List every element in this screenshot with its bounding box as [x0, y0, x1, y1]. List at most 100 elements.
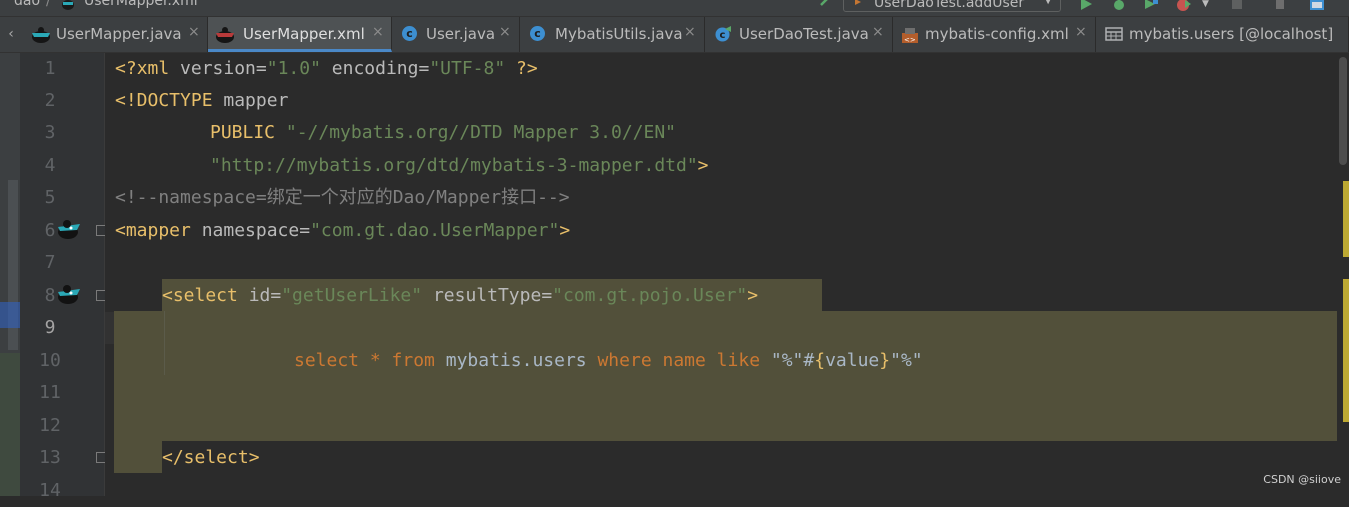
- sql-string: "%": [760, 350, 804, 371]
- code-line-3[interactable]: PUBLIC "-//mybatis.org//DTD Mapper 3.0//…: [210, 117, 676, 149]
- close-icon[interactable]: ×: [684, 24, 696, 40]
- navigate-to-mapper-icon[interactable]: [56, 218, 82, 240]
- close-icon[interactable]: ×: [188, 24, 200, 40]
- tab-mybatis-config-xml[interactable]: <> mybatis-config.xml ×: [893, 17, 1096, 52]
- xml-token: >: [559, 220, 571, 241]
- line-number: 5: [44, 187, 56, 208]
- sql-identifier: mybatis.users: [434, 350, 598, 371]
- run-config-icon: [852, 0, 868, 10]
- xml-attribute: version: [169, 58, 256, 79]
- back-arrow-icon[interactable]: [816, 0, 832, 12]
- tab-usermapper-xml[interactable]: UserMapper.xml ×: [208, 17, 392, 52]
- line-number: 1: [44, 58, 56, 79]
- line-number: 4: [44, 155, 56, 176]
- xml-value: "http://mybatis.org/dtd/mybatis-3-mapper…: [210, 155, 698, 176]
- code-line-4[interactable]: "http://mybatis.org/dtd/mybatis-3-mapper…: [210, 150, 709, 182]
- xml-config-icon: <>: [901, 26, 918, 44]
- xml-tag: <select: [162, 285, 238, 306]
- breadcrumb-file[interactable]: UserMapper.xml: [84, 0, 198, 9]
- sql-token: {: [814, 350, 826, 371]
- xml-value: "-//mybatis.org//DTD Mapper 3.0//EN": [275, 122, 676, 143]
- tab-label: UserMapper.xml: [243, 25, 365, 43]
- tab-label: User.java: [426, 25, 496, 43]
- line-number: 12: [39, 415, 61, 436]
- code-editor[interactable]: <?xml version="1.0" encoding="UTF-8" ?> …: [105, 53, 1346, 496]
- tab-label: MybatisUtils.java: [555, 25, 683, 43]
- tab-label: mybatis.users [@localhost]: [1129, 25, 1334, 43]
- close-icon[interactable]: ×: [1075, 24, 1087, 40]
- sql-token: *: [359, 350, 392, 371]
- line-number: 11: [39, 382, 61, 403]
- build-icon[interactable]: [1272, 0, 1288, 12]
- xml-token: >: [248, 447, 260, 468]
- sql-string: "%": [890, 350, 923, 371]
- run-icon[interactable]: [1078, 0, 1094, 12]
- editor-gutter[interactable]: 1 2 3 4 5 6 7 8 9 10 11 12 13 14: [20, 53, 107, 501]
- tab-user-java[interactable]: c User.java ×: [392, 17, 520, 52]
- tab-label: UserMapper.java: [56, 25, 182, 43]
- xml-token: xml: [136, 58, 170, 79]
- breadcrumb-separator: /: [46, 0, 51, 9]
- code-line-1[interactable]: <?xml version="1.0" encoding="UTF-8" ?>: [115, 53, 538, 85]
- chevron-down-icon: ▼: [1044, 0, 1052, 6]
- line-number: 13: [39, 447, 61, 468]
- navigation-bar: dao / UserMapper.xml UserDaoTest.addUser…: [0, 0, 1349, 17]
- sql-keyword: where: [597, 350, 652, 371]
- code-line-2[interactable]: <!DOCTYPE mapper: [115, 85, 288, 117]
- sql-token: #: [803, 350, 815, 371]
- tab-scroll-left-icon[interactable]: ‹: [0, 17, 22, 52]
- code-line-10[interactable]: select * from mybatis.users where name l…: [294, 345, 923, 377]
- xml-tag: </select: [162, 447, 249, 468]
- watermark: CSDN @siiove: [1263, 473, 1341, 486]
- tab-mybatisutils-java[interactable]: c MybatisUtils.java ×: [520, 17, 705, 52]
- left-tool-strip: [0, 53, 20, 496]
- profiler-icon[interactable]: [1176, 0, 1192, 12]
- indent-guide: [164, 311, 165, 375]
- line-number: 2: [44, 90, 56, 111]
- tool-window-selection[interactable]: [0, 302, 20, 328]
- tab-userdaotest-java[interactable]: c UserDaoTest.java ×: [705, 17, 893, 52]
- code-line-13[interactable]: </select>: [162, 442, 260, 474]
- stop-icon[interactable]: [1229, 0, 1245, 12]
- tab-mybatis-users-table[interactable]: mybatis.users [@localhost]: [1096, 17, 1349, 52]
- line-number: 10: [39, 350, 61, 371]
- xml-comment: <!--namespace=绑定一个对应的Dao/Mapper接口-->: [115, 187, 570, 208]
- selection-marker[interactable]: [1343, 279, 1349, 422]
- run-with-coverage-icon[interactable]: [1143, 0, 1159, 12]
- debug-icon[interactable]: [1111, 0, 1127, 12]
- tool-window-stripe[interactable]: [0, 353, 20, 496]
- xml-tag: <mapper: [115, 220, 191, 241]
- xml-value: "getUserLike": [281, 285, 423, 306]
- java-test-class-icon: c: [715, 26, 732, 43]
- tab-usermapper-java[interactable]: UserMapper.java ×: [24, 17, 208, 52]
- project-structure-icon[interactable]: [1308, 0, 1324, 12]
- run-configuration-label: UserDaoTest.addUser: [874, 0, 1025, 11]
- code-line-5[interactable]: <!--namespace=绑定一个对应的Dao/Mapper接口-->: [115, 182, 570, 214]
- sql-identifier: name: [651, 350, 706, 371]
- close-icon[interactable]: ×: [499, 24, 511, 40]
- svg-text:c: c: [720, 30, 726, 41]
- mybatis-mapper-icon: [30, 26, 50, 43]
- line-number: 3: [44, 122, 56, 143]
- xml-token: =: [270, 285, 282, 306]
- tab-label: mybatis-config.xml: [925, 25, 1069, 43]
- navigate-to-method-icon[interactable]: [56, 283, 82, 305]
- code-line-8[interactable]: <select id="getUserLike" resultType="com…: [162, 280, 758, 312]
- close-icon[interactable]: ×: [872, 24, 884, 40]
- xml-token: =: [255, 58, 267, 79]
- svg-text:<>: <>: [904, 36, 916, 44]
- chevron-down-icon[interactable]: ▼: [1202, 0, 1218, 15]
- code-line-6[interactable]: <mapper namespace="com.gt.dao.UserMapper…: [115, 215, 570, 247]
- run-configuration-selector[interactable]: UserDaoTest.addUser ▼: [843, 0, 1061, 12]
- selection-marker[interactable]: [1343, 181, 1349, 257]
- xml-token: <?: [115, 58, 137, 79]
- tab-label: UserDaoTest.java: [739, 25, 869, 43]
- scrollbar-thumb[interactable]: [1339, 57, 1347, 165]
- close-icon[interactable]: ×: [372, 24, 384, 40]
- breadcrumb-folder[interactable]: dao: [14, 0, 40, 9]
- xml-token: >: [747, 285, 759, 306]
- editor-scrollbar[interactable]: [1337, 53, 1349, 496]
- xml-attribute: id: [237, 285, 271, 306]
- xml-token: <!DOCTYPE: [115, 90, 213, 111]
- xml-attribute: resultType: [422, 285, 542, 306]
